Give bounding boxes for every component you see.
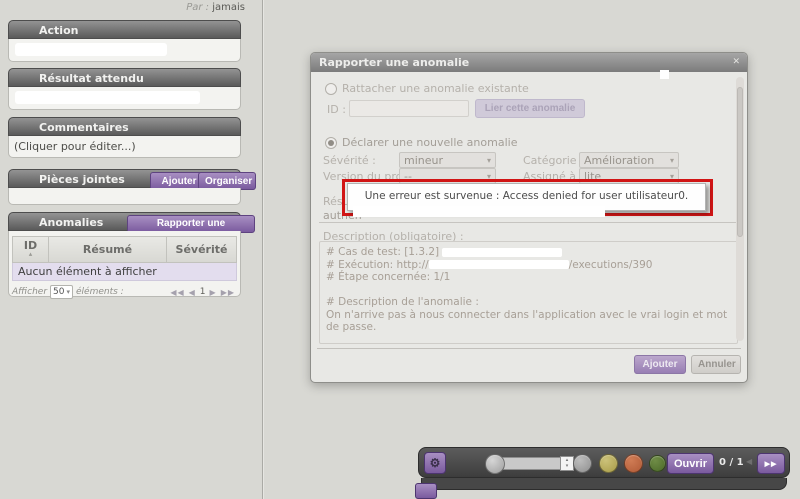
attachments-panel-title: Pièces jointes	[39, 173, 125, 186]
description-line-testcase: # Cas de test: [1.3.2]	[326, 246, 731, 259]
attach-existing-radio[interactable]	[325, 83, 337, 95]
status-neutral-button[interactable]	[573, 454, 592, 473]
severity-value: mineur	[404, 153, 443, 167]
report-anomaly-dialog: Rapporter une anomalie ✕ Rattacher une a…	[310, 52, 748, 383]
anomalies-panel-body: ID ▴ Résumé Sévérité Aucun élément à aff…	[8, 231, 241, 297]
redacted-action-text	[15, 43, 167, 56]
redacted-testcase-name	[442, 248, 562, 257]
step-number-spinner[interactable]: ▴ ▾	[560, 456, 574, 471]
dialog-scrollbar-thumb[interactable]	[737, 87, 743, 237]
action-panel-header[interactable]: Action	[8, 20, 241, 39]
error-message-text: Une erreur est survenue : Access denied …	[365, 190, 689, 202]
chevron-down-icon: ▾	[487, 153, 491, 167]
pager-show-label: Afficher	[12, 287, 47, 297]
redacted-summary-value	[353, 206, 605, 217]
dialog-titlebar[interactable]: Rapporter une anomalie ✕	[311, 53, 747, 72]
description-line-title: # Description de l'anomalie :	[326, 296, 731, 309]
declare-new-radio[interactable]	[325, 137, 337, 149]
column-header-summary[interactable]: Résumé	[49, 237, 167, 262]
action-panel-body[interactable]	[8, 39, 241, 62]
column-header-id[interactable]: ID ▴	[13, 237, 49, 262]
gear-icon: ⚙	[430, 456, 441, 470]
attachments-panel-body	[8, 188, 241, 205]
previous-step-button[interactable]: ◀	[746, 457, 752, 466]
declare-new-label: Déclarer une nouvelle anomalie	[342, 136, 517, 149]
comments-panel-body[interactable]: (Cliquer pour éditer...)	[8, 136, 241, 158]
chevron-down-icon: ▾	[67, 288, 71, 296]
action-panel-title: Action	[39, 24, 78, 37]
spinner-down-icon[interactable]: ▾	[561, 463, 573, 469]
page-background: Par : jamais Action Résultat attendu Com…	[0, 0, 800, 499]
severity-label: Sévérité :	[323, 154, 376, 167]
redaction-square	[660, 70, 669, 79]
description-line-execution: # Exécution: http:///executions/390	[326, 259, 731, 272]
redacted-execution-url	[429, 260, 569, 269]
expected-result-panel-header[interactable]: Résultat attendu	[8, 68, 241, 87]
dialog-footer-divider	[317, 348, 741, 349]
toolbar-drawer-tab[interactable]	[415, 483, 437, 499]
anomaly-id-input[interactable]	[349, 100, 469, 117]
next-step-button[interactable]: ▶▶	[757, 453, 785, 474]
toolbar-drawer-lip	[421, 478, 787, 490]
status-failure-button[interactable]	[624, 454, 643, 473]
severity-select[interactable]: mineur ▾	[399, 152, 496, 168]
expected-result-panel-body[interactable]	[8, 87, 241, 110]
dialog-scrollbar-track[interactable]	[736, 77, 744, 341]
category-select[interactable]: Amélioration ▾	[579, 152, 679, 168]
executed-by-label: Par :	[186, 2, 209, 13]
execution-toolbar: ⚙ ▴ ▾ Ouvrir 0 / 1 ◀ ▶▶	[418, 447, 790, 490]
status-success-button[interactable]	[649, 455, 666, 472]
open-button[interactable]: Ouvrir	[667, 453, 714, 474]
description-line-body: On n'arrive pas à nous connecter dans l'…	[326, 309, 731, 334]
status-blocked-button[interactable]	[599, 454, 618, 473]
summary-underline	[319, 222, 737, 223]
anomalies-panel-title: Anomalies	[39, 216, 103, 229]
execution-toolbar-bar: ⚙ ▴ ▾ Ouvrir 0 / 1 ◀ ▶▶	[418, 447, 790, 478]
executed-by: Par : jamais	[60, 2, 245, 13]
page-size-select[interactable]: 50 ▾	[50, 285, 73, 299]
link-anomaly-button[interactable]: Lier cette anomalie	[475, 99, 585, 118]
anomalies-table: ID ▴ Résumé Sévérité Aucun élément à aff…	[12, 236, 237, 299]
step-counter: 0 / 1	[719, 457, 744, 468]
close-icon[interactable]: ✕	[732, 53, 740, 72]
comments-placeholder[interactable]: (Cliquer pour éditer...)	[14, 140, 136, 153]
pager-first-button[interactable]: ◀◀	[170, 288, 184, 297]
anomalies-table-header: ID ▴ Résumé Sévérité	[12, 236, 237, 263]
sort-asc-icon[interactable]: ▴	[13, 252, 48, 257]
empty-table-row: Aucun élément à afficher	[12, 263, 237, 281]
anomaly-id-label: ID :	[327, 103, 346, 116]
comments-panel-header[interactable]: Commentaires	[8, 117, 241, 136]
pager-prev-button[interactable]: ◀	[189, 288, 196, 297]
redacted-expected-result-text	[15, 91, 200, 104]
page-size-value: 50	[53, 287, 64, 297]
category-value: Amélioration	[584, 153, 654, 167]
pager-items-label: éléments :	[76, 287, 124, 297]
pager-next-button[interactable]: ▶	[210, 288, 217, 297]
expected-result-panel-title: Résultat attendu	[39, 72, 144, 85]
comments-panel-title: Commentaires	[39, 121, 129, 134]
toolbar-settings-button[interactable]: ⚙	[424, 452, 446, 474]
pager-last-button[interactable]: ▶▶	[221, 288, 235, 297]
description-line-blank	[326, 284, 731, 297]
table-pager: Afficher 50 ▾ éléments : ◀◀ ◀ 1 ▶ ▶▶	[12, 281, 237, 299]
column-header-severity[interactable]: Sévérité	[167, 237, 236, 262]
category-label: Catégorie :	[523, 154, 584, 167]
step-slider-handle[interactable]	[485, 454, 505, 474]
fast-forward-icon: ▶▶	[765, 461, 778, 468]
attach-existing-label: Rattacher une anomalie existante	[342, 82, 529, 95]
dialog-add-button[interactable]: Ajouter	[634, 355, 686, 374]
dialog-cancel-button[interactable]: Annuler	[691, 355, 741, 374]
pager-current-page[interactable]: 1	[200, 287, 206, 297]
executed-by-value: jamais	[212, 2, 245, 13]
dialog-title: Rapporter une anomalie	[319, 56, 469, 69]
description-textarea[interactable]: # Cas de test: [1.3.2] # Exécution: http…	[319, 241, 738, 344]
chevron-down-icon: ▾	[670, 153, 674, 167]
description-line-step: # Étape concernée: 1/1	[326, 271, 731, 284]
vertical-divider-highlight	[263, 0, 264, 499]
